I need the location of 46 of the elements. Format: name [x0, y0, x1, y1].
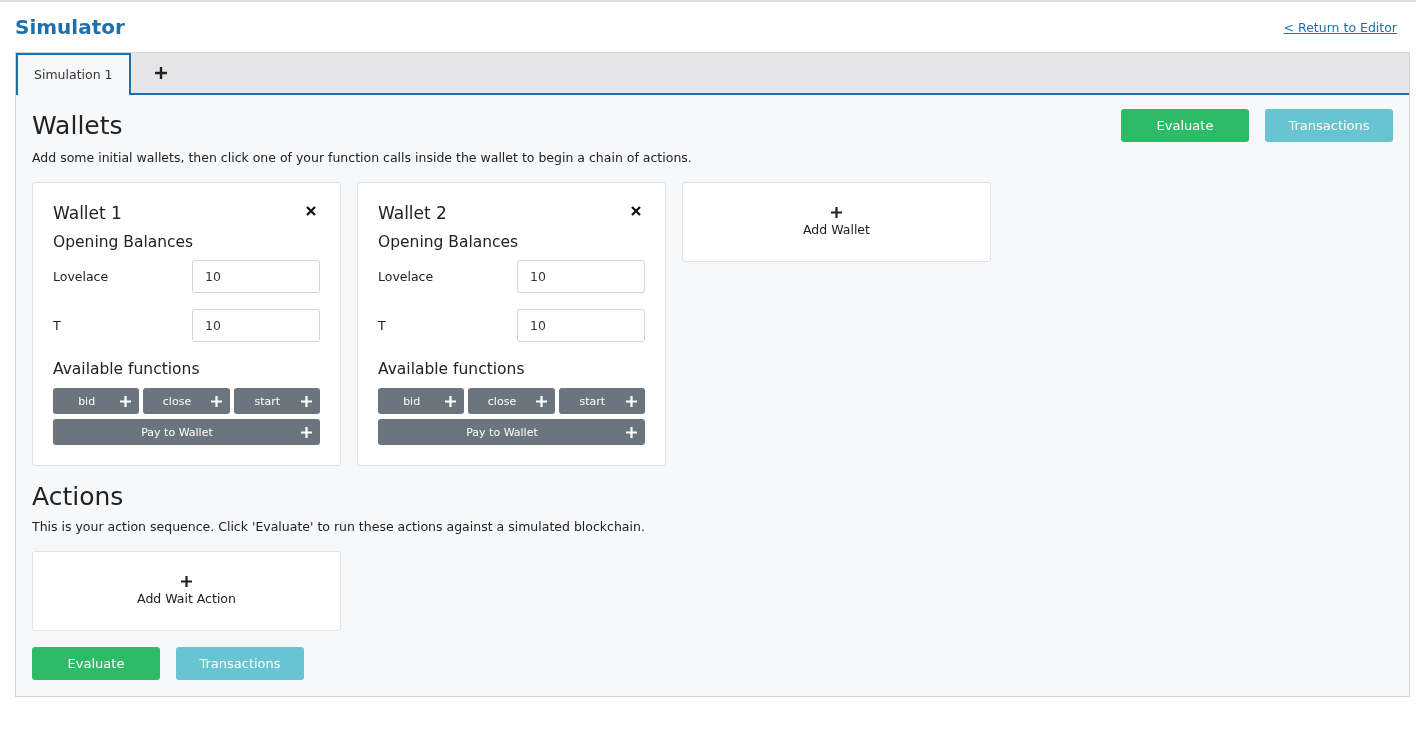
add-wait-action-button[interactable]: Add Wait Action — [32, 551, 341, 631]
section-title: Actions — [32, 482, 125, 511]
balance-label: T — [378, 318, 386, 333]
balance-input[interactable]: 10 — [517, 309, 645, 342]
function-button[interactable]: bid — [53, 388, 140, 414]
plus-icon — [301, 395, 312, 407]
action-button[interactable]: Evaluate — [1121, 109, 1249, 142]
function-button[interactable]: bid — [378, 388, 465, 414]
subsection-title: Opening Balances — [378, 233, 520, 251]
balance-label: Lovelace — [378, 269, 434, 284]
section-title: Wallets — [32, 111, 123, 140]
pay-to-wallet-button[interactable]: Pay to Wallet — [378, 419, 645, 445]
balance-input[interactable]: 10 — [517, 260, 645, 293]
balance-input[interactable]: 10 — [192, 309, 320, 342]
wallet-title: Wallet 2 — [378, 203, 447, 223]
balance-label: Lovelace — [53, 269, 109, 284]
subsection-title: Available functions — [53, 360, 201, 378]
page-title: Simulator — [15, 15, 125, 39]
plus-icon — [626, 395, 637, 407]
subsection-title: Available functions — [378, 360, 526, 378]
plus-icon — [831, 207, 842, 218]
close-icon[interactable] — [306, 206, 316, 216]
close-icon[interactable] — [631, 206, 641, 216]
plus-icon — [626, 426, 637, 438]
plus-icon — [301, 426, 312, 438]
simulation-tab[interactable]: Simulation 1 — [16, 53, 131, 95]
section-description: Add some initial wallets, then click one of your function calls inside the wallet to begin a chain of actions. — [32, 150, 693, 165]
wallet-title: Wallet 1 — [53, 203, 122, 223]
balance-label: T — [53, 318, 61, 333]
add-wallet-button[interactable]: Add Wallet — [682, 182, 991, 262]
plus-icon — [445, 395, 457, 407]
subsection-title: Opening Balances — [53, 233, 195, 251]
plus-icon — [210, 395, 222, 407]
balance-input[interactable]: 10 — [192, 260, 320, 293]
plus-icon — [154, 67, 167, 79]
function-button[interactable]: close — [468, 388, 555, 414]
pay-to-wallet-button[interactable]: Pay to Wallet — [53, 419, 320, 445]
function-button[interactable]: start — [233, 388, 320, 414]
action-button[interactable]: Evaluate — [32, 647, 160, 680]
function-button[interactable]: start — [558, 388, 645, 414]
section-description: This is your action sequence. Click 'Evaluate' to run these actions against a simulated blockchain. — [32, 519, 646, 534]
function-button[interactable]: close — [143, 388, 230, 414]
plus-icon — [535, 395, 547, 407]
plus-icon — [120, 395, 132, 407]
return-to-editor-link[interactable]: < Return to Editor — [1283, 19, 1397, 35]
plus-icon — [181, 576, 192, 587]
